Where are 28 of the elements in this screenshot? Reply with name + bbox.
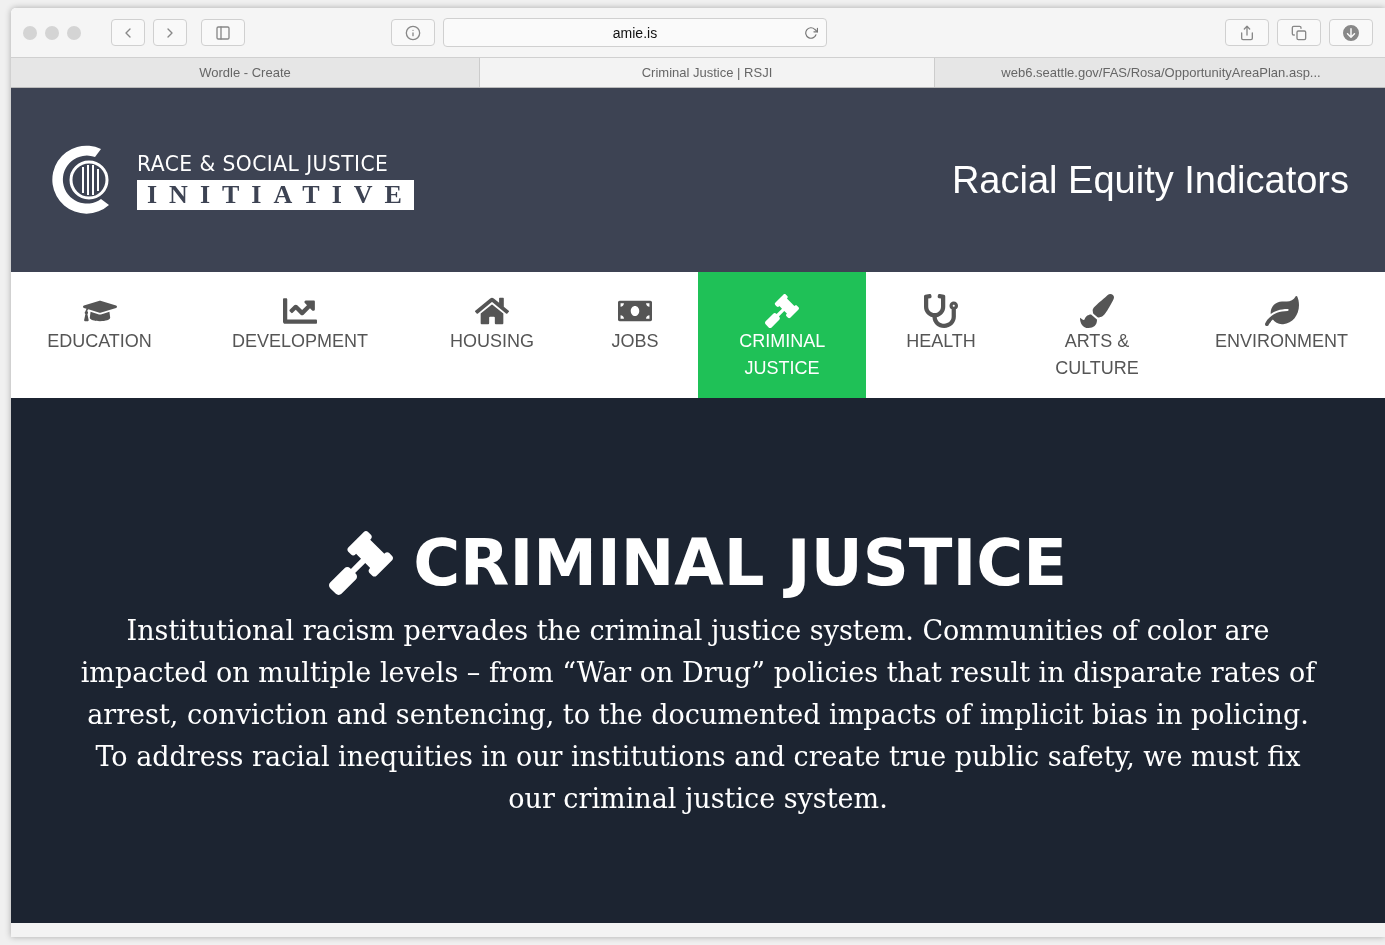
downloads-button[interactable] [1329, 19, 1373, 46]
paintbrush-icon [1080, 294, 1114, 328]
section-title: CRIMINAL JUSTICE [413, 526, 1067, 600]
sidebar-icon [215, 24, 231, 41]
forward-button[interactable] [153, 19, 187, 46]
tabs-button[interactable] [1277, 19, 1321, 46]
zoom-window-dot[interactable] [67, 25, 81, 40]
leaf-icon [1264, 294, 1299, 328]
back-button[interactable] [111, 19, 145, 46]
close-window-dot[interactable] [23, 25, 37, 40]
download-icon [1343, 24, 1359, 41]
page-title: Racial Equity Indicators [951, 158, 1349, 202]
reload-icon[interactable] [804, 25, 818, 40]
logo-title: RACE & SOCIAL JUSTICE [137, 150, 390, 177]
sidebar-button[interactable] [201, 19, 245, 46]
info-button[interactable] [391, 19, 435, 46]
gavel-icon [765, 294, 799, 328]
tabs-icon [1291, 24, 1307, 41]
gavel-icon [329, 531, 394, 595]
share-button[interactable] [1225, 19, 1269, 46]
stethoscope-icon [924, 294, 958, 328]
minimize-window-dot[interactable] [45, 25, 59, 40]
section-description: Institutional racism pervades the criminal justice system. Communities of color are impacted on multiple levels – from “War on Drug” policies that result in disparate rates of arrest, conviction and sentencing, to the documented impacts of implicit bias in policing. To address racial inequities in our institutions and create true public safety, we must fix our criminal justice system. [79, 614, 1318, 816]
info-icon [405, 24, 421, 41]
share-icon [1239, 24, 1255, 41]
logo-subtitle: INITIATIVE [137, 179, 414, 210]
address-field[interactable]: amie.is [443, 18, 827, 47]
browser-tab[interactable]: Criminal Justice | RSJI [480, 58, 935, 87]
